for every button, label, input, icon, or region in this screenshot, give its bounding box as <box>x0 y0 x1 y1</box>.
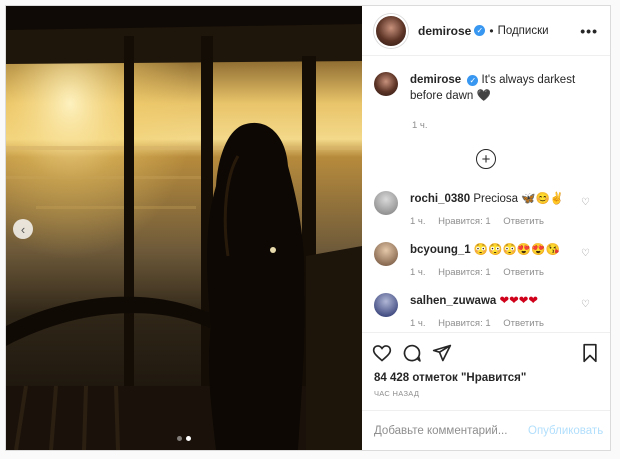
caption-time: 1 ч. <box>412 120 428 131</box>
black-heart-emoji: 🖤 <box>476 90 491 102</box>
comment-text: Preciosa 🦋😊✌ <box>473 193 565 205</box>
separator-dot: • <box>489 23 494 38</box>
comment-item: bcyoung_1 😳😳😳😍😍😘 1 ч. Нравится: 1 Ответи… <box>374 242 598 281</box>
likes-count[interactable]: 84 428 отметок "Нравится" <box>362 372 610 384</box>
commenter-avatar[interactable] <box>374 191 398 215</box>
like-comment-heart-icon[interactable]: ♡ <box>581 299 590 310</box>
comment-time[interactable]: 1 ч. <box>410 267 426 278</box>
publish-button[interactable]: Опубликовать <box>528 425 603 437</box>
post-caption: demirose ✓ It's always darkest before da… <box>374 72 598 104</box>
carousel-indicator <box>177 436 191 441</box>
comment-time[interactable]: 1 ч. <box>410 318 426 329</box>
commenter-avatar[interactable] <box>374 293 398 317</box>
comment-item: rochi_0380 Preciosa 🦋😊✌ 1 ч. Нравится: 1… <box>374 191 598 230</box>
post-photo[interactable]: ‹ <box>6 6 362 450</box>
commenter-avatar[interactable] <box>374 242 398 266</box>
following-button[interactable]: Подписки <box>498 25 549 37</box>
more-options-icon[interactable]: ••• <box>580 23 598 39</box>
post-sidebar: demirose ✓ • Подписки ••• demirose ✓ It'… <box>362 6 610 450</box>
post-header: demirose ✓ • Подписки ••• <box>362 6 610 56</box>
post-actions-bar <box>362 332 610 372</box>
comment-text: 😳😳😳😍😍😘 <box>473 244 560 256</box>
verified-badge-icon: ✓ <box>474 25 486 36</box>
heart-icon[interactable] <box>372 343 392 363</box>
plus-circle-icon: + <box>481 150 491 168</box>
comment-likes[interactable]: Нравится: 1 <box>438 216 490 227</box>
posted-timestamp: час назад <box>374 389 420 398</box>
reply-button[interactable]: Ответить <box>503 318 544 329</box>
commenter-username[interactable]: salhen_zuwawa <box>410 295 496 307</box>
carousel-dot-active <box>186 436 191 441</box>
verified-badge-icon: ✓ <box>467 75 479 86</box>
previous-photo-button[interactable]: ‹ <box>13 219 33 239</box>
caption-author-avatar[interactable] <box>374 72 398 96</box>
instagram-post: ‹ demirose ✓ • Подписки ••• demirose ✓ I… <box>5 5 611 451</box>
comment-icon[interactable] <box>402 343 422 363</box>
add-comment-bar: Опубликовать <box>362 410 610 450</box>
comment-input[interactable] <box>374 424 528 437</box>
comment-time[interactable]: 1 ч. <box>410 216 426 227</box>
comment-text: ❤❤❤❤ <box>499 295 539 307</box>
chevron-left-icon: ‹ <box>20 221 26 237</box>
carousel-dot <box>177 436 182 441</box>
reply-button[interactable]: Ответить <box>503 267 544 278</box>
comment-likes[interactable]: Нравится: 1 <box>438 318 490 329</box>
share-icon[interactable] <box>432 343 452 363</box>
author-avatar[interactable] <box>374 13 408 48</box>
reply-button[interactable]: Ответить <box>503 216 544 227</box>
bookmark-icon[interactable] <box>580 343 600 363</box>
like-comment-heart-icon[interactable]: ♡ <box>581 197 590 208</box>
caption-username[interactable]: demirose <box>410 74 461 86</box>
commenter-username[interactable]: rochi_0380 <box>410 193 470 205</box>
comments-section: demirose ✓ It's always darkest before da… <box>362 56 610 332</box>
commenter-username[interactable]: bcyoung_1 <box>410 244 471 256</box>
comment-likes[interactable]: Нравится: 1 <box>438 267 490 278</box>
author-username[interactable]: demirose <box>418 24 471 38</box>
like-comment-heart-icon[interactable]: ♡ <box>581 248 590 259</box>
load-more-comments-button[interactable]: + <box>476 149 496 169</box>
comment-item: salhen_zuwawa ❤❤❤❤ 1 ч. Нравится: 1 Отве… <box>374 293 598 332</box>
sunset-silhouette-image <box>6 6 362 450</box>
